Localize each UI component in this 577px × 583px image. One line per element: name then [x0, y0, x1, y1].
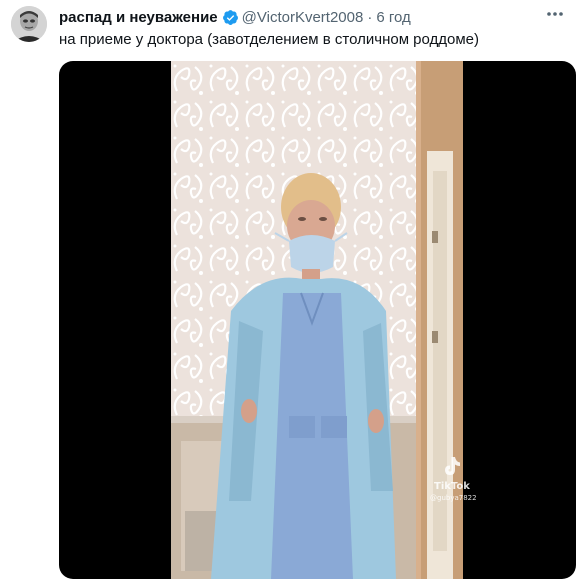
- tiktok-brand: TikTok: [434, 481, 470, 492]
- tiktok-logo-icon: [445, 457, 460, 475]
- media-container[interactable]: TikTok @gubya7822: [59, 61, 576, 579]
- display-name[interactable]: распад и неуважение: [59, 9, 218, 26]
- tiktok-username: @gubya7822: [430, 494, 477, 502]
- tiktok-watermark: TikTok @gubya7822: [430, 456, 477, 503]
- tweet-text: на приеме у доктора (завотделением в сто…: [59, 31, 480, 48]
- avatar-image: [11, 6, 47, 42]
- user-handle[interactable]: @VictorKvert2008: [242, 9, 364, 26]
- timestamp[interactable]: 6 год: [376, 9, 410, 26]
- avatar[interactable]: [11, 6, 47, 42]
- verified-badge-icon: [222, 9, 239, 26]
- separator-dot: ·: [367, 8, 373, 26]
- video-player[interactable]: [171, 61, 463, 579]
- more-options-icon[interactable]: [543, 4, 567, 24]
- video-frame: [171, 61, 463, 579]
- tweet-header: распад и неуважение @VictorKvert2008 · 6…: [59, 7, 411, 27]
- tweet: распад и неуважение @VictorKvert2008 · 6…: [0, 0, 577, 583]
